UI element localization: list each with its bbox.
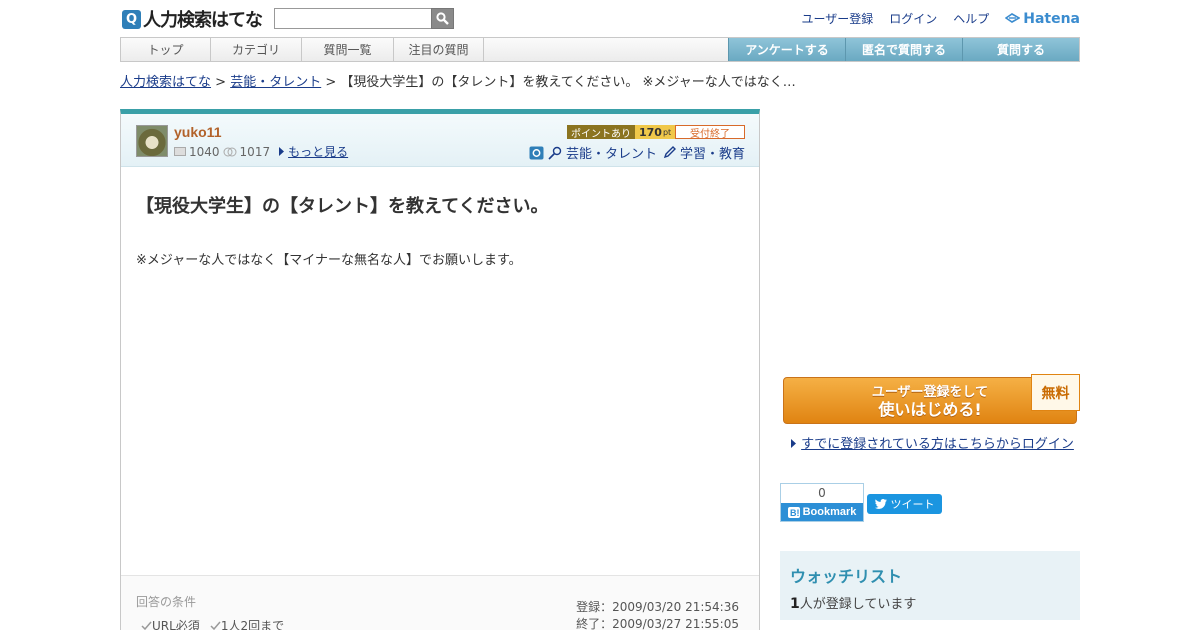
condition-limit: 1人2回まで: [220, 619, 285, 630]
watchlist-box: ウォッチリスト 1人が登録しています: [780, 551, 1080, 620]
breadcrumb-current: 【現役大学生】の【タレント】を教えてください。 ※メジャーな人ではなく…: [340, 75, 796, 90]
twitter-bird-icon: [874, 499, 887, 509]
hatena-b-icon: B!: [787, 506, 800, 518]
logo-q-icon: Q: [122, 9, 141, 29]
nav-featured[interactable]: 注目の質問: [394, 38, 484, 61]
category-tags: 芸能・タレント 学習・教育: [529, 143, 745, 162]
pencil-icon: [663, 146, 676, 159]
question-count: 1040: [189, 144, 220, 159]
hatena-bird-icon: [1005, 13, 1021, 23]
breadcrumb-separator: >: [211, 75, 231, 90]
question-title: 【現役大学生】の【タレント】を教えてください。: [136, 196, 549, 217]
question-panel: yuko11 1040 1017 もっと見る ポイントあり 170 pt 受付終了…: [120, 109, 760, 630]
logo-text: 人力検索はてな: [143, 10, 263, 31]
condition-item: 1人2回まで: [210, 617, 284, 630]
arrow-right-icon: [279, 147, 285, 156]
point-badge: ポイントあり 170 pt: [567, 125, 676, 140]
conditions-list: URL必須 1人2回まで: [141, 617, 284, 630]
watchlist-count: 1人が登録しています: [790, 593, 1070, 612]
search-icon: [436, 12, 449, 25]
ended-date: 終了：2009/03/27 21:55:05: [576, 617, 739, 630]
watchlist-suffix: 人が登録しています: [799, 597, 917, 612]
point-label: ポイントあり: [567, 125, 635, 140]
more-link[interactable]: もっと見る: [288, 143, 348, 160]
registered-date: 登録：2009/03/20 21:54:36: [576, 600, 739, 614]
check-icon: [141, 621, 152, 630]
hatena-label: Hatena: [1023, 10, 1080, 27]
question-count-icon: [174, 146, 186, 156]
arrow-right-icon: [791, 439, 796, 448]
microphone-icon: [548, 146, 562, 160]
ask-question-button[interactable]: 質問する: [962, 38, 1079, 61]
login-link[interactable]: ログイン: [889, 10, 937, 27]
question-text: ※メジャーな人ではなく【マイナーな無名な人】でお願いします。: [136, 253, 522, 268]
point-unit: pt: [662, 127, 672, 137]
point-value: 170 pt: [635, 125, 676, 139]
signup-line1: ユーザー登録をして: [871, 384, 989, 400]
question-footer: 回答の条件 URL必須 1人2回まで 登録：2009/03/20 21:54:3…: [121, 575, 759, 630]
user-stats: 1040 1017 もっと見る: [174, 143, 348, 160]
condition-item: URL必須: [141, 617, 200, 630]
category-link-entertainment[interactable]: 芸能・タレント: [566, 143, 657, 162]
point-number: 170: [639, 125, 662, 139]
signup-line2: 使いはじめる!: [878, 399, 982, 419]
svg-text:B!: B!: [790, 508, 800, 518]
free-tag: 無料: [1031, 374, 1080, 411]
nav-question-list[interactable]: 質問一覧: [302, 38, 394, 61]
avatar[interactable]: [136, 125, 168, 157]
site-logo[interactable]: Q 人力検索はてな: [122, 8, 263, 31]
status-badge: 受付終了: [675, 125, 745, 140]
hatena-bookmark-button[interactable]: 0 B! Bookmark: [780, 483, 864, 522]
main-nav: トップ カテゴリ 質問一覧 注目の質問 アンケートする 匿名で質問する 質問する: [120, 37, 1080, 62]
conditions-label: 回答の条件: [136, 595, 197, 609]
nav-top[interactable]: トップ: [121, 38, 211, 61]
nav-category[interactable]: カテゴリ: [211, 38, 302, 61]
question-q-icon: [529, 146, 544, 159]
signup-link[interactable]: ユーザー登録: [801, 10, 873, 27]
sidebar-login-text: すでに登録されている方はこちらからログイン: [801, 437, 1074, 452]
header-links: ユーザー登録 ログイン ヘルプ Hatena: [801, 10, 1080, 27]
watchlist-number: 1: [790, 596, 800, 612]
tweet-button[interactable]: ツイート: [867, 494, 942, 514]
question-dates: 登録：2009/03/20 21:54:36 終了：2009/03/27 21:…: [576, 599, 739, 630]
question-body: 【現役大学生】の【タレント】を教えてください。 ※メジャーな人ではなく【マイナー…: [121, 192, 759, 268]
breadcrumb: 人力検索はてな > 芸能・タレント > 【現役大学生】の【タレント】を教えてくだ…: [120, 71, 796, 90]
watchlist-title[interactable]: ウォッチリスト: [790, 563, 1070, 587]
bookmark-label: B! Bookmark: [781, 503, 863, 521]
search-input[interactable]: [274, 8, 432, 29]
tweet-text: ツイート: [890, 498, 935, 511]
breadcrumb-home[interactable]: 人力検索はてな: [120, 75, 211, 90]
bookmark-text: Bookmark: [802, 506, 857, 518]
bookmark-count: 0: [781, 484, 863, 503]
help-link[interactable]: ヘルプ: [953, 10, 989, 27]
breadcrumb-separator: >: [321, 75, 341, 90]
condition-url: URL必須: [152, 619, 200, 630]
breadcrumb-category[interactable]: 芸能・タレント: [230, 75, 321, 90]
nav-action-buttons: アンケートする 匿名で質問する 質問する: [728, 38, 1079, 61]
answer-count-icon: [223, 147, 237, 156]
search-button[interactable]: [431, 8, 454, 29]
sidebar-login-link[interactable]: すでに登録されている方はこちらからログイン: [791, 433, 1074, 452]
category-link-education[interactable]: 学習・教育: [680, 143, 745, 162]
check-icon: [210, 621, 221, 630]
survey-button[interactable]: アンケートする: [728, 38, 845, 61]
username[interactable]: yuko11: [174, 124, 221, 140]
answer-count: 1017: [239, 144, 271, 159]
question-header: yuko11 1040 1017 もっと見る ポイントあり 170 pt 受付終了…: [121, 114, 759, 167]
anonymous-question-button[interactable]: 匿名で質問する: [845, 38, 962, 61]
hatena-logo[interactable]: Hatena: [1005, 11, 1080, 27]
